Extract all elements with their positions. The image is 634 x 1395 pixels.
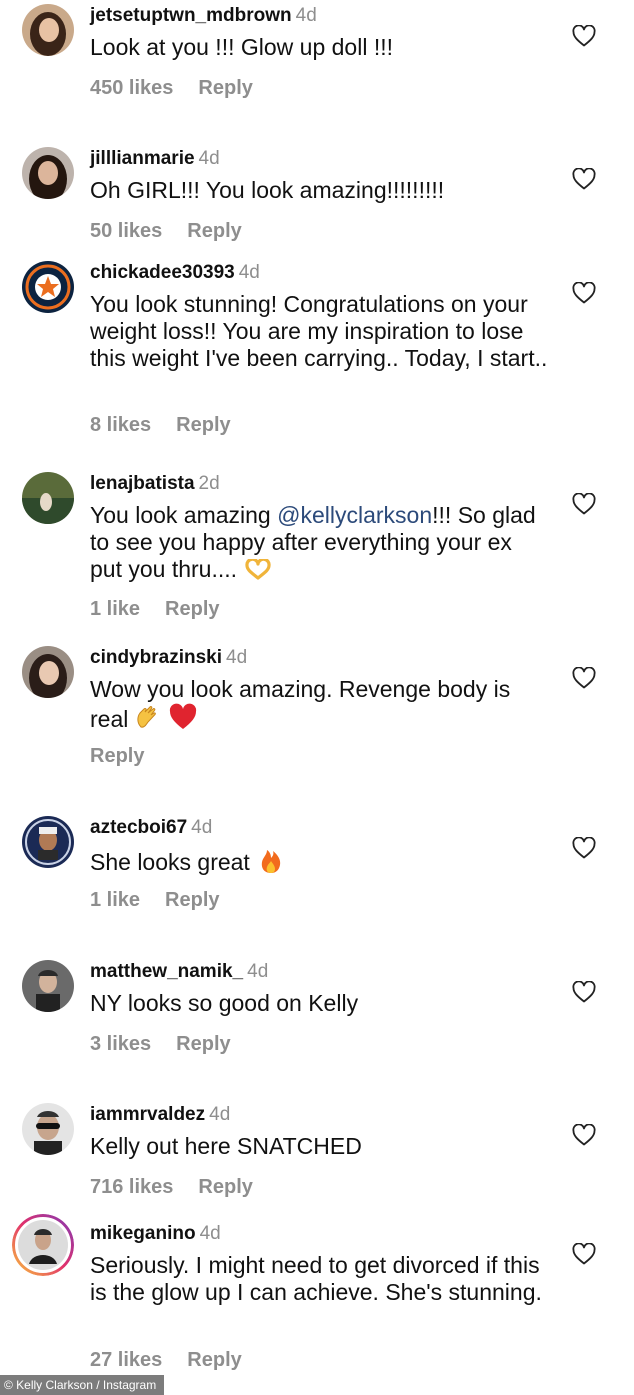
avatar[interactable] [22, 472, 74, 524]
avatar[interactable] [22, 646, 74, 698]
reply-button[interactable]: Reply [187, 220, 241, 242]
reply-button[interactable]: Reply [90, 745, 144, 767]
heart-icon[interactable] [572, 25, 596, 47]
comment-header: matthew_namik_ 4d [90, 960, 268, 984]
heart-icon[interactable] [572, 837, 596, 859]
heart-icon[interactable] [572, 981, 596, 1003]
timestamp[interactable]: 2d [199, 473, 220, 494]
reply-button[interactable]: Reply [187, 1349, 241, 1371]
comment-text: Wow you look amazing. Revenge body is re… [90, 676, 550, 733]
heart-icon[interactable] [572, 168, 596, 190]
likes-count[interactable]: 1 like [90, 889, 140, 911]
comment-actions: Reply [90, 743, 144, 769]
heart-icon[interactable] [572, 282, 596, 304]
timestamp[interactable]: 4d [239, 262, 260, 283]
comment-text: You look stunning! Congratulations on yo… [90, 291, 548, 371]
heart-hands-emoji [245, 559, 271, 580]
likes-count[interactable]: 716 likes [90, 1176, 173, 1198]
avatar[interactable] [22, 4, 74, 56]
reply-button[interactable]: Reply [176, 1033, 230, 1055]
heart-icon[interactable] [572, 667, 596, 689]
comment-header: aztecboi67 4d [90, 816, 212, 840]
comment-actions: 716 likes Reply [90, 1174, 253, 1200]
likes-count[interactable]: 1 like [90, 598, 140, 620]
avatar[interactable] [22, 261, 74, 313]
username[interactable]: jetsetuptwn_mdbrown [90, 5, 292, 26]
timestamp[interactable]: 4d [199, 148, 220, 169]
comment-text: NY looks so good on Kelly [90, 990, 359, 1016]
comment-header: lenajbatista 2d [90, 472, 220, 496]
likes-count[interactable]: 27 likes [90, 1349, 162, 1371]
comment-header: mikeganino 4d [90, 1222, 221, 1246]
comment-header: jetsetuptwn_mdbrown 4d [90, 4, 317, 28]
comment-actions: 1 like Reply [90, 596, 220, 622]
likes-count[interactable]: 450 likes [90, 77, 173, 99]
heart-icon[interactable] [572, 1243, 596, 1265]
timestamp[interactable]: 4d [200, 1223, 221, 1244]
comment-header: cindybrazinski 4d [90, 646, 247, 670]
comment-text-start: She looks great [90, 849, 250, 875]
avatar[interactable] [22, 960, 74, 1012]
timestamp[interactable]: 4d [247, 961, 268, 982]
comment-text: Look at you !!! Glow up doll !!! [90, 34, 393, 60]
reply-button[interactable]: Reply [176, 414, 230, 436]
username[interactable]: cindybrazinski [90, 647, 222, 668]
comment-actions: 3 likes Reply [90, 1031, 231, 1057]
comment-text: She looks great [90, 846, 550, 876]
comment-text: Kelly out here SNATCHED [90, 1133, 362, 1159]
mention-link[interactable]: @kellyclarkson [277, 502, 432, 528]
comment-text: Oh GIRL!!! You look amazing!!!!!!!!! [90, 177, 445, 203]
avatar[interactable] [22, 816, 74, 868]
timestamp[interactable]: 4d [226, 647, 247, 668]
comment-actions: 1 like Reply [90, 887, 220, 913]
likes-count[interactable]: 50 likes [90, 220, 162, 242]
heart-icon[interactable] [572, 1124, 596, 1146]
comment-header: chickadee30393 4d [90, 261, 260, 285]
avatar[interactable] [22, 147, 74, 199]
red-heart-emoji [170, 703, 197, 729]
username[interactable]: lenajbatista [90, 473, 195, 494]
username[interactable]: mikeganino [90, 1223, 196, 1244]
comment-text-start: You look amazing [90, 502, 278, 528]
comment-actions: 50 likes Reply [90, 218, 242, 244]
username[interactable]: iammrvaldez [90, 1104, 205, 1125]
username[interactable]: matthew_namik_ [90, 961, 243, 982]
clapping-hands-emoji [137, 706, 157, 728]
comment-actions: 450 likes Reply [90, 75, 253, 101]
reply-button[interactable]: Reply [198, 77, 252, 99]
avatar[interactable] [22, 1103, 74, 1155]
heart-icon[interactable] [572, 493, 596, 515]
comment-header: jilllianmarie 4d [90, 147, 220, 171]
timestamp[interactable]: 4d [209, 1104, 230, 1125]
username[interactable]: aztecboi67 [90, 817, 187, 838]
timestamp[interactable]: 4d [296, 5, 317, 26]
timestamp[interactable]: 4d [191, 817, 212, 838]
comment-actions: 8 likes Reply [90, 412, 231, 438]
comment-actions: 27 likes Reply [90, 1347, 242, 1373]
fire-emoji [261, 850, 281, 873]
comment-header: iammrvaldez 4d [90, 1103, 230, 1127]
username[interactable]: jilllianmarie [90, 148, 195, 169]
comment-text: You look amazing @kellyclarkson!!! So gl… [90, 502, 550, 583]
avatar-with-story-ring[interactable] [12, 1214, 74, 1276]
reply-button[interactable]: Reply [165, 889, 219, 911]
reply-button[interactable]: Reply [165, 598, 219, 620]
likes-count[interactable]: 3 likes [90, 1033, 151, 1055]
reply-button[interactable]: Reply [198, 1176, 252, 1198]
photo-credit: © Kelly Clarkson / Instagram [0, 1375, 165, 1395]
username[interactable]: chickadee30393 [90, 262, 235, 283]
comment-text: Seriously. I might need to get divorced … [90, 1252, 542, 1305]
likes-count[interactable]: 8 likes [90, 414, 151, 436]
